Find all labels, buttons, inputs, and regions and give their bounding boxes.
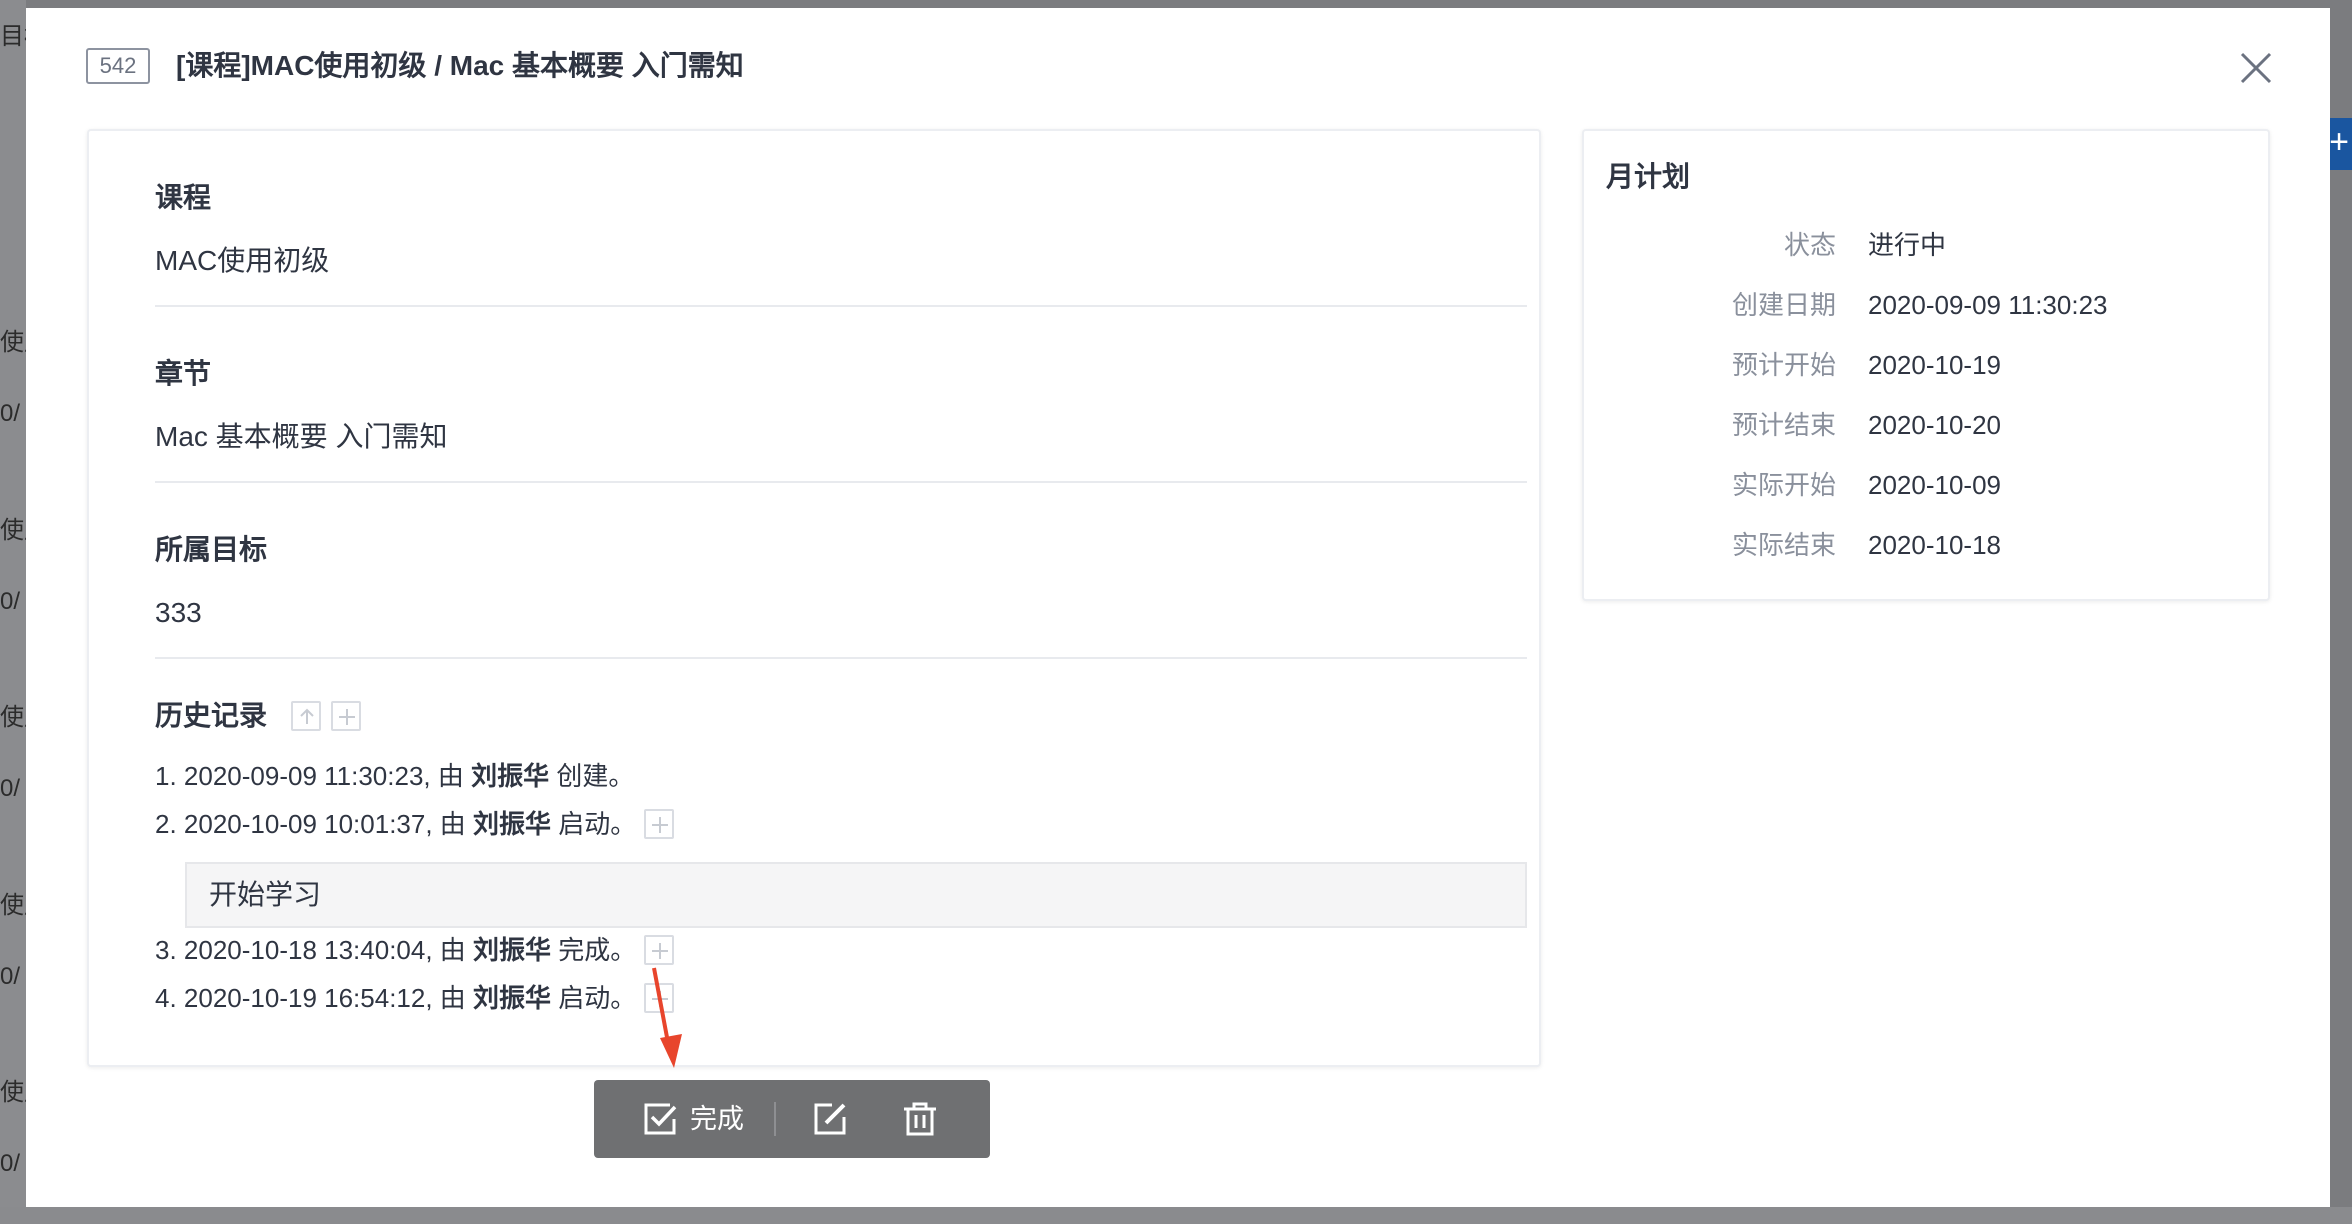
history-entry-time: 2. 2020-10-09 10:01:37, bbox=[155, 809, 440, 839]
backdrop-left-column: 目标 使用 0/ 使用 0/ 使用 0/ 使用 0/ 使用 0/ bbox=[0, 0, 26, 1224]
history-entry-by: 由 bbox=[437, 761, 464, 791]
backdrop-text: 使用 bbox=[0, 517, 26, 544]
close-icon bbox=[2240, 52, 2272, 84]
checkbox-icon bbox=[644, 1103, 677, 1135]
history-entry-by: 由 bbox=[439, 809, 466, 839]
actual-start-label: 实际开始 bbox=[1731, 470, 1836, 500]
history-entry: 4. 2020-10-19 16:54:12, 由 刘振华 启动。 bbox=[155, 978, 636, 1018]
backdrop-text: 0/ bbox=[0, 775, 21, 802]
backdrop-text: 0/ bbox=[0, 400, 21, 427]
arrow-up-icon bbox=[300, 708, 314, 724]
history-entry-user: 刘振华 bbox=[473, 935, 552, 965]
backdrop-text: 目标 bbox=[0, 23, 26, 50]
plus-icon bbox=[652, 817, 668, 833]
field-value: 333 bbox=[155, 597, 202, 628]
edit-icon bbox=[814, 1103, 846, 1135]
field-label: 课程 bbox=[155, 182, 212, 213]
planned-start-label: 预计开始 bbox=[1731, 350, 1836, 380]
plus-icon bbox=[652, 943, 668, 959]
delete-button[interactable] bbox=[898, 1080, 942, 1158]
backdrop-text: 0/ bbox=[0, 588, 21, 615]
actual-end-label: 实际结束 bbox=[1731, 530, 1836, 560]
backdrop-text: 使用 bbox=[0, 704, 26, 731]
planned-end-value: 2020-10-20 bbox=[1868, 410, 2001, 440]
field-label: 章节 bbox=[155, 358, 212, 389]
task-detail-modal: 542 [课程]MAC使用初级 / Mac 基本概要 入门需知 课程 MAC使用… bbox=[26, 8, 2330, 1207]
status-label: 状态 bbox=[1783, 230, 1836, 260]
actual-end-value: 2020-10-18 bbox=[1868, 530, 2001, 560]
trash-icon bbox=[904, 1102, 936, 1136]
history-entry-action: 启动。 bbox=[551, 983, 637, 1013]
field-divider bbox=[155, 657, 1527, 659]
complete-button[interactable]: 完成 bbox=[642, 1080, 766, 1158]
history-entry-expand-button[interactable] bbox=[644, 809, 674, 839]
planned-end-label: 预计结束 bbox=[1731, 410, 1836, 440]
history-title: 历史记录 bbox=[155, 700, 268, 731]
field-divider bbox=[155, 481, 1527, 483]
history-entry: 1. 2020-09-09 11:30:23, 由 刘振华 创建。 bbox=[155, 756, 634, 796]
actual-start-value: 2020-10-09 bbox=[1868, 470, 2001, 500]
history-entry-user: 刘振华 bbox=[473, 809, 552, 839]
created-date-label: 创建日期 bbox=[1731, 290, 1836, 320]
edit-button[interactable] bbox=[808, 1080, 852, 1158]
field-label: 所属目标 bbox=[155, 534, 268, 565]
history-entry: 3. 2020-10-18 13:40:04, 由 刘振华 完成。 bbox=[155, 930, 636, 970]
toolbar-separator bbox=[774, 1102, 776, 1136]
history-entry-by: 由 bbox=[439, 935, 466, 965]
action-toolbar: 完成 bbox=[594, 1080, 990, 1158]
plus-icon bbox=[339, 709, 355, 725]
complete-label: 完成 bbox=[690, 1104, 744, 1134]
history-entry-time: 1. 2020-09-09 11:30:23, bbox=[155, 761, 438, 791]
plus-icon bbox=[652, 991, 668, 1007]
history-entry-user: 刘振华 bbox=[473, 983, 552, 1013]
history-entry-user: 刘振华 bbox=[471, 761, 550, 791]
history-entry: 2. 2020-10-09 10:01:37, 由 刘振华 启动。 bbox=[155, 804, 636, 844]
close-button[interactable] bbox=[2236, 48, 2276, 88]
monthly-plan-title: 月计划 bbox=[1606, 161, 1691, 192]
history-entry-time: 4. 2020-10-19 16:54:12, bbox=[155, 983, 440, 1013]
backdrop-text: 使用 bbox=[0, 1079, 26, 1106]
history-entry-by: 由 bbox=[439, 983, 466, 1013]
field-value: MAC使用初级 bbox=[155, 245, 330, 276]
task-id-badge: 542 bbox=[86, 48, 150, 84]
history-entry-time: 3. 2020-10-18 13:40:04, bbox=[155, 935, 440, 965]
history-entry-action: 创建。 bbox=[549, 761, 635, 791]
history-entry-expand-button[interactable] bbox=[644, 935, 674, 965]
backdrop-text: 使用 bbox=[0, 892, 26, 919]
modal-title: [课程]MAC使用初级 / Mac 基本概要 入门需知 bbox=[176, 50, 744, 81]
history-entry-action: 完成。 bbox=[551, 935, 637, 965]
field-value: Mac 基本概要 入门需知 bbox=[155, 421, 448, 452]
history-sort-button[interactable] bbox=[291, 701, 321, 731]
planned-start-value: 2020-10-19 bbox=[1868, 350, 2001, 380]
created-date-value: 2020-09-09 11:30:23 bbox=[1868, 290, 2108, 320]
backdrop-bottom-strip bbox=[0, 1207, 2352, 1224]
field-divider bbox=[155, 305, 1527, 307]
detail-panel: 课程 MAC使用初级 章节 Mac 基本概要 入门需知 所属目标 333 历史记… bbox=[87, 129, 1541, 1067]
history-comment: 开始学习 bbox=[185, 862, 1527, 928]
backdrop-text: 0/ bbox=[0, 963, 21, 990]
status-value: 进行中 bbox=[1868, 230, 1947, 260]
history-entry-expand-button[interactable] bbox=[644, 983, 674, 1013]
backdrop-text: 使用 bbox=[0, 329, 26, 356]
backdrop-text: 0/ bbox=[0, 1150, 21, 1177]
monthly-plan-panel: 月计划 状态 进行中 创建日期 2020-09-09 11:30:23 预计开始… bbox=[1582, 129, 2270, 601]
history-entry-action: 启动。 bbox=[551, 809, 637, 839]
history-expand-button[interactable] bbox=[331, 701, 361, 731]
